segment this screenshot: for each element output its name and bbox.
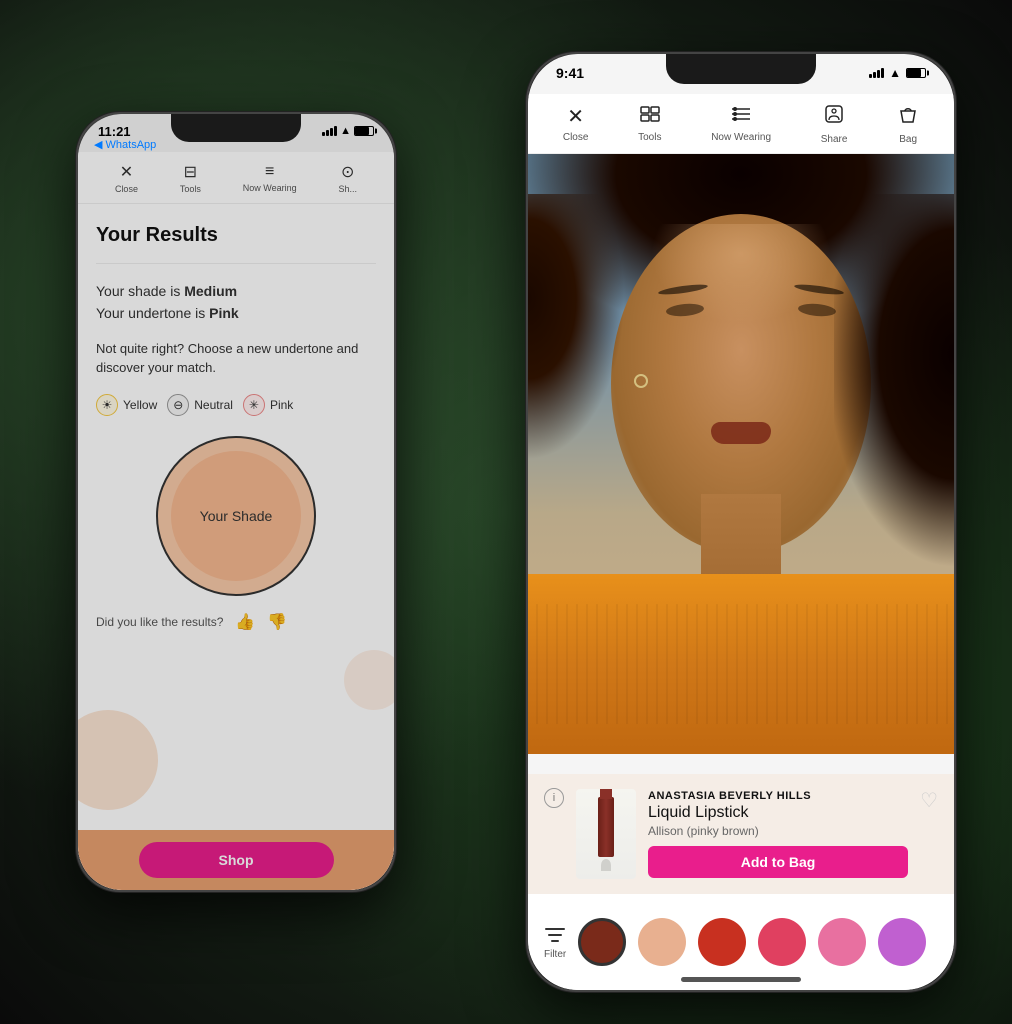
front-now-wearing-button[interactable]: Now Wearing xyxy=(711,105,771,143)
front-share-label: Share xyxy=(821,134,848,145)
back-status-icons: ▲ xyxy=(322,125,374,137)
wifi-icon: ▲ xyxy=(340,125,351,137)
tools-icon-back: ⊟ xyxy=(184,162,197,182)
front-close-button[interactable]: ✕ Close xyxy=(563,104,589,143)
back-tools-button[interactable]: ⊟ Tools xyxy=(180,162,201,194)
phones-container: 11:21 ▲ xyxy=(56,32,956,992)
results-title: Your Results xyxy=(96,224,376,247)
thumbs-up-icon[interactable]: 👍 xyxy=(235,612,255,632)
product-info-icon[interactable]: i xyxy=(544,788,564,808)
feedback-text: Did you like the results? xyxy=(96,615,223,629)
back-phone: 11:21 ▲ xyxy=(76,112,396,892)
shade-circle-label: Your Shade xyxy=(200,508,273,524)
front-close-label: Close xyxy=(563,132,589,143)
shade-circle: Your Shade xyxy=(156,436,316,596)
now-wearing-icon-front xyxy=(730,105,752,129)
front-phone: 9:41 ▲ xyxy=(526,52,956,992)
front-tools-button[interactable]: Tools xyxy=(638,105,661,143)
results-choose-text: Not quite right? Choose a new undertone … xyxy=(96,339,376,378)
bag-icon-front xyxy=(897,103,919,131)
lipstick-tube xyxy=(598,797,614,857)
neutral-undertone-icon: ⊖ xyxy=(167,394,189,416)
product-name: Liquid Lipstick xyxy=(648,804,908,822)
undertone-value: Pink xyxy=(209,305,239,321)
front-wifi-icon: ▲ xyxy=(889,66,901,80)
swatch-5[interactable] xyxy=(818,918,866,966)
filter-icon xyxy=(544,925,566,945)
front-signal-icon xyxy=(869,68,884,78)
front-bag-label: Bag xyxy=(899,134,917,145)
front-status-icons: ▲ xyxy=(869,66,926,80)
face-photo xyxy=(528,154,954,754)
swatch-2[interactable] xyxy=(638,918,686,966)
share-icon-front xyxy=(823,103,845,131)
hair-left xyxy=(528,194,628,544)
front-phone-time: 9:41 xyxy=(556,65,584,81)
front-tools-label: Tools xyxy=(638,132,661,143)
swatches-bar: Filter xyxy=(528,894,954,990)
hair-right xyxy=(834,194,954,594)
results-panel: Your Results Your shade is Medium Your u… xyxy=(78,204,394,890)
front-now-wearing-label: Now Wearing xyxy=(711,132,771,143)
now-wearing-icon-back: ≡ xyxy=(265,163,274,181)
undertone-pink[interactable]: ✳ Pink xyxy=(243,394,293,416)
pink-label: Pink xyxy=(270,398,293,412)
swatch-6[interactable] xyxy=(878,918,926,966)
home-indicator xyxy=(681,977,801,982)
back-close-button[interactable]: ✕ Close xyxy=(115,162,138,194)
product-brand: ANASTASIA BEVERLY HILLS xyxy=(648,790,908,802)
thumbs-down-icon[interactable]: 👎 xyxy=(267,612,287,632)
front-phone-notch xyxy=(666,54,816,84)
deco-circle-right xyxy=(344,650,394,710)
camera-area xyxy=(528,154,954,754)
back-now-wearing-button[interactable]: ≡ Now Wearing xyxy=(243,163,297,193)
results-divider xyxy=(96,263,376,264)
undertone-yellow[interactable]: ☀ Yellow xyxy=(96,394,157,416)
pink-undertone-icon: ✳ xyxy=(243,394,265,416)
product-panel: i ANASTASIA BEVERLY HILLS Liquid Lipstic… xyxy=(528,774,954,894)
undertone-neutral[interactable]: ⊖ Neutral xyxy=(167,394,233,416)
neutral-label: Neutral xyxy=(194,398,233,412)
lipstick-cap-end xyxy=(600,789,612,799)
earring xyxy=(634,374,648,388)
undertone-options: ☀ Yellow ⊖ Neutral ✳ Pink xyxy=(96,394,376,416)
front-share-button[interactable]: Share xyxy=(821,103,848,145)
product-image xyxy=(576,789,636,879)
product-shade: Allison (pinky brown) xyxy=(648,824,908,838)
shade-value: Medium xyxy=(184,283,237,299)
tools-icon-front xyxy=(639,105,661,129)
product-details: ANASTASIA BEVERLY HILLS Liquid Lipstick … xyxy=(648,790,908,878)
wishlist-heart-icon[interactable]: ♡ xyxy=(920,788,938,813)
front-bag-button[interactable]: Bag xyxy=(897,103,919,145)
back-phone-cta-button[interactable]: Shop xyxy=(139,842,334,878)
signal-icon xyxy=(322,126,337,136)
close-icon-front: ✕ xyxy=(567,104,584,129)
swatch-3[interactable] xyxy=(698,918,746,966)
battery-icon xyxy=(354,126,374,136)
back-phone-bottom-bar: Shop xyxy=(78,830,394,890)
yellow-label: Yellow xyxy=(123,398,157,412)
front-app-bar: ✕ Close Tools xyxy=(528,94,954,154)
lip-color xyxy=(711,422,771,444)
deco-circle-left xyxy=(78,710,158,810)
sweater-texture xyxy=(528,604,954,724)
filter-label: Filter xyxy=(544,949,566,960)
swatch-1[interactable] xyxy=(578,918,626,966)
back-phone-notch xyxy=(171,114,301,142)
lipstick-applicator xyxy=(601,859,611,871)
yellow-undertone-icon: ☀ xyxy=(96,394,118,416)
filter-button[interactable]: Filter xyxy=(544,925,566,960)
close-icon-back: ✕ xyxy=(120,162,133,182)
share-icon-back: ⊙ xyxy=(341,162,354,182)
front-battery-icon xyxy=(906,68,926,78)
back-phone-time: 11:21 xyxy=(98,124,131,139)
shade-circle-container: Your Shade xyxy=(96,436,376,596)
add-to-bag-button[interactable]: Add to Bag xyxy=(648,846,908,878)
results-shade-text: Your shade is Medium Your undertone is P… xyxy=(96,280,376,325)
back-share-button[interactable]: ⊙ Sh... xyxy=(339,162,358,194)
feedback-row: Did you like the results? 👍 👎 xyxy=(96,612,376,632)
swatch-4[interactable] xyxy=(758,918,806,966)
back-phone-app-bar: ✕ Close ⊟ Tools ≡ Now Wearing ⊙ Sh... xyxy=(78,152,394,204)
